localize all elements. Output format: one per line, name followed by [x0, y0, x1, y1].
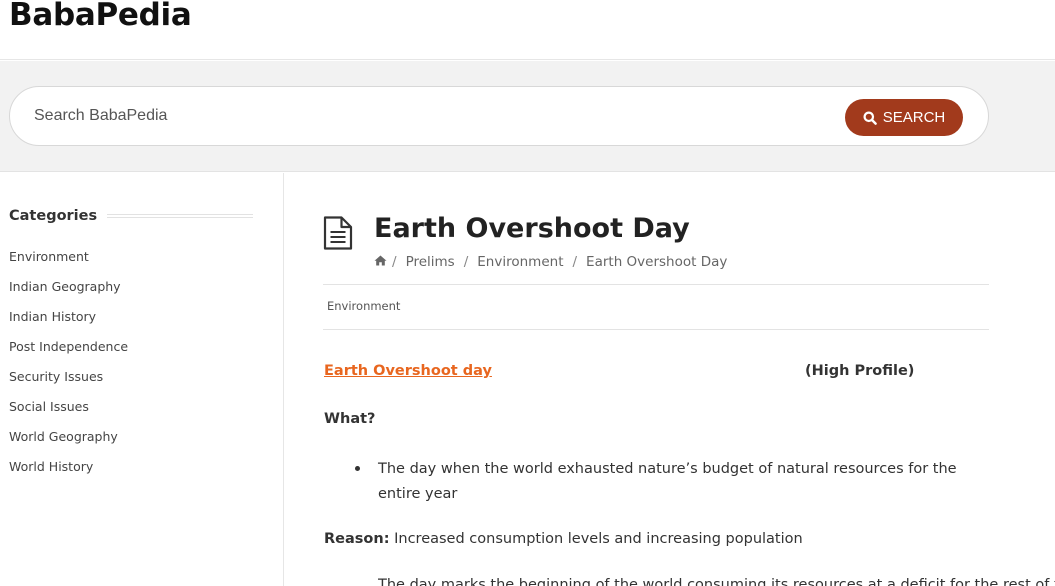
profile-label: (High Profile)	[805, 363, 915, 379]
breadcrumb-separator: /	[392, 254, 397, 270]
category-item-post-independence[interactable]: Post Independence	[9, 337, 128, 367]
categories-divider	[107, 214, 253, 218]
breadcrumb-item-environment[interactable]: Environment	[477, 253, 563, 271]
search-button[interactable]: SEARCH	[845, 99, 963, 136]
category-item-social-issues[interactable]: Social Issues	[9, 397, 128, 427]
categories-heading-row: Categories	[9, 208, 253, 224]
breadcrumb-item-current: Earth Overshoot Day	[586, 254, 728, 270]
categories-title: Categories	[9, 208, 98, 224]
search-band: SEARCH	[0, 61, 1055, 172]
reason-label: Reason:	[324, 531, 390, 547]
divider	[323, 329, 989, 330]
home-icon[interactable]	[374, 253, 387, 271]
breadcrumb-separator: /	[572, 254, 578, 270]
site-logo[interactable]: BabaPedia	[9, 0, 192, 34]
category-item-indian-geography[interactable]: Indian Geography	[9, 277, 128, 307]
divider	[323, 284, 989, 285]
category-item-indian-history[interactable]: Indian History	[9, 307, 128, 337]
search-icon	[863, 111, 877, 125]
bullet-item: The day when the world exhausted nature’…	[378, 461, 957, 502]
page-title: Earth Overshoot Day	[374, 213, 690, 244]
category-item-environment[interactable]: Environment	[9, 247, 128, 277]
breadcrumb-separator: /	[463, 254, 469, 270]
bullet-marker	[355, 466, 360, 471]
main-content: Earth Overshoot Day / Prelims / Environm…	[285, 173, 1055, 586]
category-list: Environment Indian Geography Indian Hist…	[9, 247, 128, 487]
breadcrumb: / Prelims / Environment / Earth Overshoo…	[374, 253, 727, 271]
category-item-world-history[interactable]: World History	[9, 457, 128, 487]
category-item-security-issues[interactable]: Security Issues	[9, 367, 128, 397]
category-item-world-geography[interactable]: World Geography	[9, 427, 128, 457]
article-topic-link[interactable]: Earth Overshoot day	[324, 363, 492, 379]
category-tag[interactable]: Environment	[327, 299, 400, 313]
reason-text: Increased consumption levels and increas…	[389, 531, 803, 547]
site-header: BabaPedia	[0, 0, 1055, 60]
trailing-bullet-text: The day marks the beginning of the world…	[378, 577, 1055, 586]
section-heading-what: What?	[324, 411, 376, 427]
breadcrumb-item-prelims[interactable]: Prelims	[406, 253, 455, 271]
search-box: SEARCH	[9, 86, 989, 146]
document-icon	[323, 216, 353, 254]
reason-paragraph: Reason: Increased consumption levels and…	[324, 531, 803, 547]
sidebar: Categories Environment Indian Geography …	[0, 173, 284, 586]
search-input[interactable]	[34, 99, 814, 133]
search-button-label: SEARCH	[882, 109, 946, 126]
